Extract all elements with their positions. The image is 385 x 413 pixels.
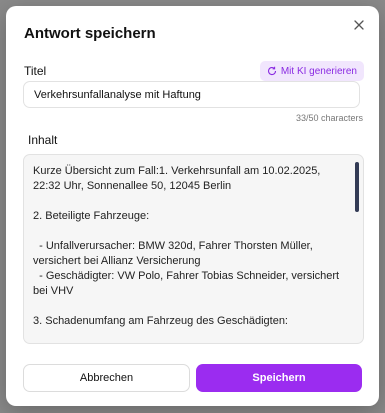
content-label: Inhalt <box>28 133 58 147</box>
close-button[interactable] <box>349 15 369 35</box>
dialog-title: Antwort speichern <box>24 25 156 42</box>
cancel-button[interactable]: Abbrechen <box>23 364 190 392</box>
save-answer-dialog: Antwort speichern Titel Mit KI generiere… <box>6 6 379 406</box>
title-label: Titel <box>24 64 47 78</box>
content-scrollbar[interactable] <box>355 162 359 212</box>
refresh-icon <box>267 66 276 76</box>
generate-with-ai-label: Mit KI generieren <box>280 65 357 77</box>
close-icon <box>354 20 364 30</box>
save-button[interactable]: Speichern <box>196 364 362 392</box>
title-input[interactable] <box>23 81 360 108</box>
content-text: Kurze Übersicht zum Fall:1. Verkehrsunfa… <box>33 165 340 327</box>
content-textarea[interactable]: Kurze Übersicht zum Fall:1. Verkehrsunfa… <box>23 154 364 344</box>
title-char-count: 33/50 characters <box>295 113 363 123</box>
generate-with-ai-button[interactable]: Mit KI generieren <box>259 61 364 81</box>
